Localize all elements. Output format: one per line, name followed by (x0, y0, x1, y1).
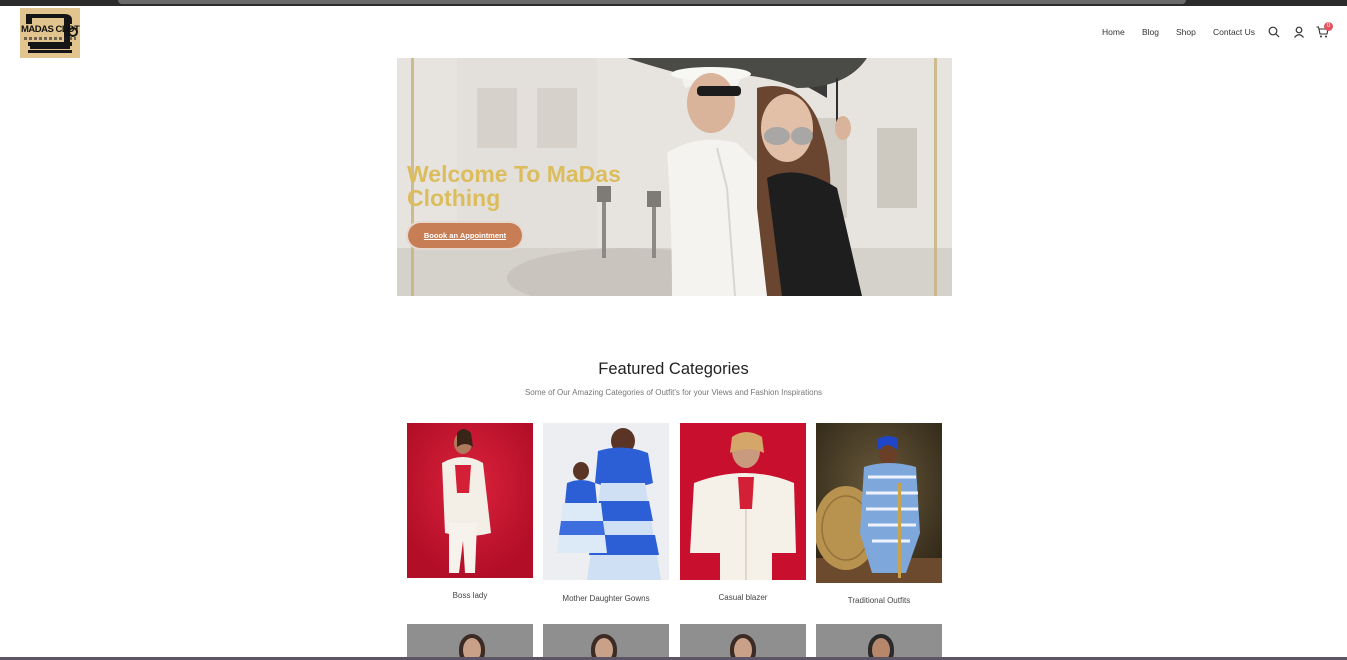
cart-count-badge: 0 (1324, 22, 1333, 31)
hero-frame-line-right (934, 58, 937, 296)
category-image (816, 423, 942, 583)
user-icon[interactable] (1293, 26, 1305, 38)
nav-contact-us[interactable]: Contact Us (1213, 27, 1255, 37)
category-label: Mother Daughter Gowns (562, 594, 650, 603)
nav-blog[interactable]: Blog (1142, 27, 1159, 37)
logo-tagline-mark (24, 37, 76, 40)
logo-wordmark: MADAS CLOTHING (21, 24, 80, 35)
category-image (680, 423, 806, 580)
category-card-row2-4[interactable] (816, 624, 942, 660)
book-appointment-button[interactable]: Boook an Appointment (408, 223, 522, 248)
category-image (543, 423, 669, 580)
category-card-row2-2[interactable] (543, 624, 669, 660)
section-title: Featured Categories (598, 360, 749, 378)
category-card-row2-1[interactable] (407, 624, 533, 660)
category-label: Casual blazer (718, 593, 768, 602)
section-subtitle: Some of Our Amazing Categories of Outfit… (524, 388, 823, 397)
category-label: Boss lady (452, 591, 488, 600)
hero-title: Welcome To MaDas Clothing (407, 161, 621, 211)
site-logo[interactable]: MADAS CLOTHING (20, 8, 80, 58)
browser-top-strip (0, 0, 1347, 6)
category-image (407, 423, 533, 578)
category-label: Traditional Outfits (847, 596, 911, 605)
nav-shop[interactable]: Shop (1176, 27, 1196, 37)
nav-home[interactable]: Home (1102, 27, 1125, 37)
hero-banner: Welcome To MaDas Clothing Boook an Appoi… (397, 58, 952, 296)
search-icon[interactable] (1268, 26, 1280, 38)
category-card-row2-3[interactable] (680, 624, 806, 660)
